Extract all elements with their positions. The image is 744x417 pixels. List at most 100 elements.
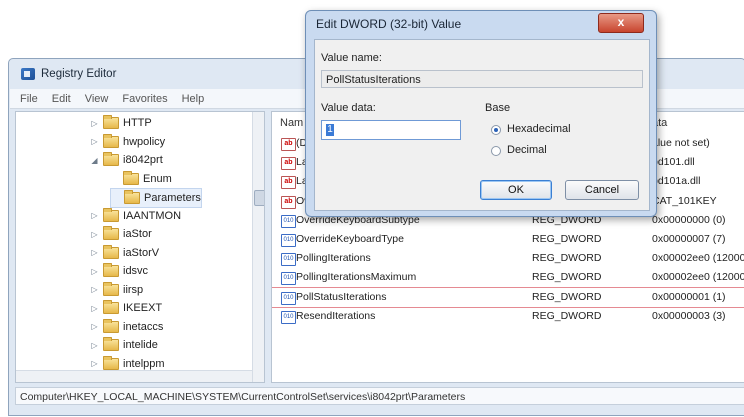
value-name: ResendIterations <box>296 309 376 322</box>
expand-arrow-icon[interactable]: ▷ <box>90 285 99 294</box>
tree-item-label: Parameters <box>144 192 201 204</box>
value-name-label: Value name: <box>321 52 382 64</box>
binary-value-icon: 010 <box>281 214 296 228</box>
folder-icon <box>103 300 119 314</box>
value-name-field: PollStatusIterations <box>321 70 643 88</box>
tree-item[interactable]: ▷ idsvc <box>90 262 148 280</box>
window-title-bar: Registry Editor <box>21 65 116 83</box>
value-name: PollingIterations <box>296 252 371 265</box>
string-value-icon: ab <box>281 138 296 151</box>
menu-help[interactable]: Help <box>182 93 205 105</box>
menu-edit[interactable]: Edit <box>52 93 71 105</box>
folder-icon <box>103 226 119 240</box>
expand-arrow-icon[interactable]: ▷ <box>90 341 99 350</box>
expand-arrow-icon[interactable]: ▷ <box>90 230 99 239</box>
value-row[interactable]: 010 ResendIterations REG_DWORD 0x00000003 (… <box>272 307 744 326</box>
tree-item[interactable]: ▷ inetaccs <box>90 318 163 336</box>
ok-button[interactable]: OK <box>480 180 552 200</box>
tree-item-label: inetaccs <box>123 320 164 333</box>
expand-arrow-icon[interactable]: ▷ <box>90 359 99 368</box>
value-data: 0x00002ee0 (12000 <box>652 271 744 284</box>
value-name: OverrideKeyboardType <box>296 233 404 245</box>
value-data: bd101.dll <box>652 156 695 169</box>
menu-view[interactable]: View <box>85 93 109 105</box>
close-button[interactable]: x <box>598 13 644 33</box>
value-type: REG_DWORD <box>532 290 602 303</box>
expand-arrow-icon[interactable]: ▷ <box>90 304 99 313</box>
expand-arrow-icon[interactable]: ▷ <box>90 211 99 220</box>
value-data-text: 1 <box>326 124 334 136</box>
menu-file[interactable]: File <box>20 93 38 105</box>
base-group-label: Base <box>485 102 511 114</box>
tree-item[interactable]: ▷ HTTP <box>90 114 152 132</box>
cancel-button[interactable]: Cancel <box>565 180 639 200</box>
expand-arrow-icon[interactable]: ▷ <box>90 137 99 146</box>
tree-horizontal-scrollbar[interactable] <box>16 370 252 382</box>
hexadecimal-label[interactable]: Hexadecimal <box>507 123 571 135</box>
expand-arrow-icon[interactable]: ▷ <box>90 248 99 257</box>
menu-favorites[interactable]: Favorites <box>122 93 167 105</box>
tree-item[interactable]: ▷ iaStor <box>90 225 152 243</box>
value-name: PollingIterationsMaximum <box>296 271 417 284</box>
value-row[interactable]: 010 PollingIterations REG_DWORD 0x00002ee0 … <box>272 249 744 268</box>
expand-arrow-icon[interactable]: ▷ <box>90 119 99 128</box>
value-data: 0x00002ee0 (12000 <box>652 252 744 265</box>
expand-arrow-icon[interactable]: ▷ <box>90 267 99 276</box>
binary-value-icon: 010 <box>281 253 296 267</box>
folder-icon <box>103 355 119 370</box>
folder-icon <box>124 190 140 204</box>
binary-value-icon: 010 <box>281 234 296 247</box>
folder-icon <box>103 115 119 129</box>
expand-arrow-icon[interactable]: ◢ <box>90 156 99 165</box>
registry-editor-icon <box>21 68 35 80</box>
tree-item[interactable]: ▷ iaStorV <box>90 244 159 262</box>
string-value-icon: ab <box>281 195 296 209</box>
decimal-radio[interactable] <box>491 146 501 156</box>
value-data: 0x00000007 (7) <box>652 233 726 245</box>
folder-icon <box>103 207 119 222</box>
value-row[interactable]: 010 OverrideKeyboardType REG_DWORD 0x000000… <box>272 230 744 249</box>
tree-item[interactable]: ▷ IAANTMON <box>90 207 181 225</box>
tree-item[interactable]: ◢ i8042prt <box>90 151 163 169</box>
tree-item-label: intelide <box>123 339 158 351</box>
tree-item[interactable]: ▷ intelide <box>90 336 158 354</box>
folder-icon <box>103 244 119 259</box>
key-tree-pane[interactable]: ▷ HTTP ▷ hwpolicy ◢ i8042prt Enum Parameters ▷ IA… <box>15 111 265 383</box>
scrollbar-thumb[interactable] <box>254 190 264 206</box>
value-data: 0x00000003 (3) <box>652 309 726 322</box>
expand-arrow-icon[interactable]: ▷ <box>90 322 99 331</box>
tree-item[interactable]: Parameters <box>110 188 202 208</box>
binary-value-icon: 010 <box>281 272 296 286</box>
tree-item-label: intelppm <box>123 357 165 370</box>
column-header-name[interactable]: Nam <box>280 114 303 132</box>
string-value-icon: ab <box>281 157 296 171</box>
tree-item[interactable]: ▷ iirsp <box>90 281 143 299</box>
decimal-label[interactable]: Decimal <box>507 144 547 156</box>
folder-icon <box>103 152 119 166</box>
window-title: Registry Editor <box>41 68 117 80</box>
value-row[interactable]: 010 PollingIterationsMaximum REG_DWORD 0x00… <box>272 268 744 287</box>
tree-item-label: i8042prt <box>123 154 163 166</box>
tree-item-label: idsvc <box>123 265 149 277</box>
value-type: REG_DWORD <box>532 271 602 284</box>
value-data: 0x00000000 (0) <box>652 213 726 226</box>
edit-dword-dialog: Edit DWORD (32-bit) Value x Value name: … <box>305 10 657 217</box>
value-type: REG_DWORD <box>532 309 602 322</box>
folder-icon <box>103 263 119 277</box>
value-data: CAT_101KEY <box>652 194 717 207</box>
hexadecimal-radio[interactable] <box>491 125 501 135</box>
dialog-title: Edit DWORD (32-bit) Value <box>316 17 462 31</box>
folder-icon <box>103 281 119 296</box>
folder-icon <box>103 337 119 351</box>
tree-item[interactable]: Enum <box>110 170 172 188</box>
value-row[interactable]: 010 PollStatusIterations REG_DWORD 0x000000… <box>272 286 744 308</box>
tree-item[interactable]: ▷ hwpolicy <box>90 133 165 151</box>
tree-item-label: HTTP <box>123 117 152 129</box>
tree-vertical-scrollbar[interactable] <box>252 112 264 382</box>
string-value-icon: ab <box>281 176 296 190</box>
value-name: PollStatusIterations <box>296 290 387 303</box>
tree-item[interactable]: ▷ IKEEXT <box>90 299 162 317</box>
status-bar-path: Computer\HKEY_LOCAL_MACHINE\SYSTEM\Curre… <box>15 387 744 405</box>
folder-icon <box>103 318 119 333</box>
value-data-input[interactable]: 1 <box>321 120 461 140</box>
